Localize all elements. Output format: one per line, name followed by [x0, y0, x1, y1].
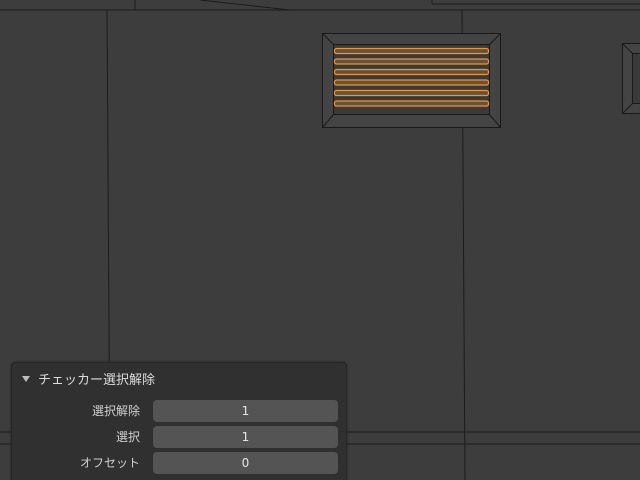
offset-row: オフセット 0 [12, 452, 346, 474]
operator-redo-panel: チェッカー選択解除 選択解除 1 選択 1 オフセット 0 [11, 362, 347, 480]
deselect-label: 選択解除 [91, 404, 140, 418]
operator-panel-title: チェッカー選択解除 [38, 372, 156, 388]
deselect-row: 選択解除 1 [12, 400, 346, 422]
select-row: 選択 1 [12, 426, 346, 448]
vent-mesh-partial [622, 43, 640, 114]
select-field[interactable]: 1 [153, 426, 338, 448]
collapse-triangle-icon[interactable] [22, 375, 30, 382]
offset-field[interactable]: 0 [153, 452, 338, 474]
deselect-field[interactable]: 1 [153, 400, 338, 422]
offset-label: オフセット [79, 456, 140, 470]
operator-panel-header[interactable]: チェッカー選択解除 [12, 363, 346, 393]
select-label: 選択 [115, 430, 140, 444]
